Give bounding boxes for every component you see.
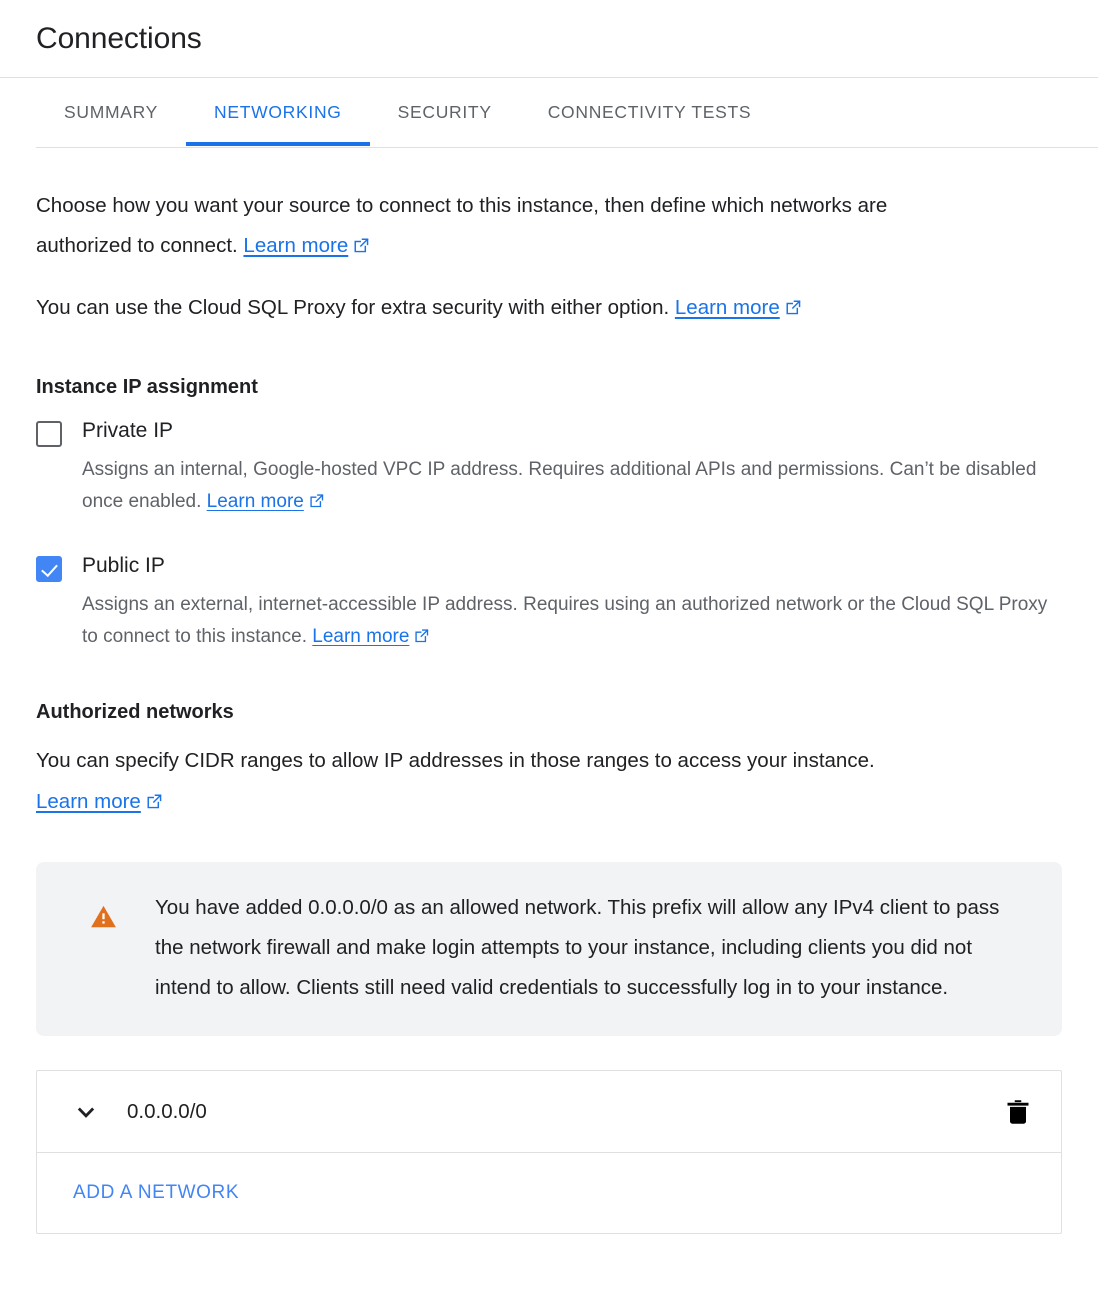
add-a-network-button[interactable]: ADD A NETWORK	[73, 1182, 239, 1204]
public-ip-description-text: Assigns an external, internet-accessible…	[82, 594, 1048, 647]
public-ip-label: Public IP	[82, 554, 165, 577]
external-link-icon	[414, 628, 430, 644]
tab-summary[interactable]: SUMMARY	[36, 78, 186, 146]
tab-list: SUMMARY NETWORKING SECURITY CONNECTIVITY…	[36, 78, 1062, 148]
intro-text-2: You can use the Cloud SQL Proxy for extr…	[36, 296, 670, 319]
chevron-down-icon[interactable]	[73, 1099, 99, 1125]
private-ip-description: Assigns an internal, Google-hosted VPC I…	[82, 454, 1057, 518]
tab-bar-divider	[36, 147, 1098, 148]
table-row[interactable]: 0.0.0.0/0	[37, 1071, 1061, 1153]
delete-network-button[interactable]	[1003, 1097, 1033, 1127]
warning-triangle-icon	[90, 903, 117, 930]
private-ip-label: Private IP	[82, 419, 174, 442]
authorized-networks-description-text: You can specify CIDR ranges to allow IP …	[36, 749, 875, 772]
public-ip-description: Assigns an external, internet-accessible…	[82, 589, 1057, 653]
private-ip-checkbox[interactable]	[36, 421, 62, 447]
warning-message: You have added 0.0.0.0/0 as an allowed n…	[155, 896, 1000, 999]
learn-more-link-private-ip[interactable]: Learn more	[207, 491, 325, 512]
private-ip-option[interactable]: Private IP Assigns an internal, Google-h…	[36, 417, 1062, 518]
networking-panel: Choose how you want your source to conne…	[0, 186, 1098, 1234]
public-ip-body: Public IP Assigns an external, internet-…	[82, 552, 1062, 653]
learn-more-label: Learn more	[674, 296, 780, 319]
learn-more-link-authorized-networks[interactable]: Learn more	[36, 790, 163, 813]
tab-connectivity-tests[interactable]: CONNECTIVITY TESTS	[520, 78, 780, 146]
authorized-networks-heading: Authorized networks	[36, 701, 234, 723]
external-link-icon	[785, 299, 802, 316]
tab-networking[interactable]: NETWORKING	[186, 78, 370, 146]
intro-paragraph-1: Choose how you want your source to conne…	[36, 186, 986, 266]
authorized-networks-description: You can specify CIDR ranges to allow IP …	[36, 740, 996, 822]
warning-callout: You have added 0.0.0.0/0 as an allowed n…	[36, 862, 1062, 1036]
learn-more-label: Learn more	[243, 234, 349, 257]
public-ip-checkbox[interactable]	[36, 556, 62, 582]
tab-bar: SUMMARY NETWORKING SECURITY CONNECTIVITY…	[0, 78, 1098, 148]
tab-security[interactable]: SECURITY	[370, 78, 520, 146]
network-cidr-value: 0.0.0.0/0	[127, 1099, 207, 1123]
page-title: Connections	[36, 21, 202, 55]
external-link-icon	[309, 493, 325, 509]
authorized-networks-list: 0.0.0.0/0 ADD A NETWORK	[36, 1070, 1062, 1234]
public-ip-option[interactable]: Public IP Assigns an external, internet-…	[36, 552, 1062, 653]
intro-text-1: Choose how you want your source to conne…	[36, 194, 888, 257]
private-ip-body: Private IP Assigns an internal, Google-h…	[82, 417, 1062, 518]
learn-more-label: Learn more	[312, 626, 410, 647]
learn-more-link-public-ip[interactable]: Learn more	[312, 626, 430, 647]
external-link-icon	[146, 793, 163, 810]
intro-paragraph-2: You can use the Cloud SQL Proxy for extr…	[36, 288, 1046, 328]
add-network-row: ADD A NETWORK	[37, 1153, 1061, 1233]
instance-ip-assignment-heading: Instance IP assignment	[36, 376, 258, 398]
page-header: Connections	[0, 0, 1098, 78]
external-link-icon	[353, 237, 370, 254]
learn-more-link-proxy[interactable]: Learn more	[675, 296, 802, 319]
learn-more-label: Learn more	[206, 491, 304, 512]
learn-more-label: Learn more	[36, 790, 141, 813]
learn-more-link-connect[interactable]: Learn more	[243, 234, 370, 257]
